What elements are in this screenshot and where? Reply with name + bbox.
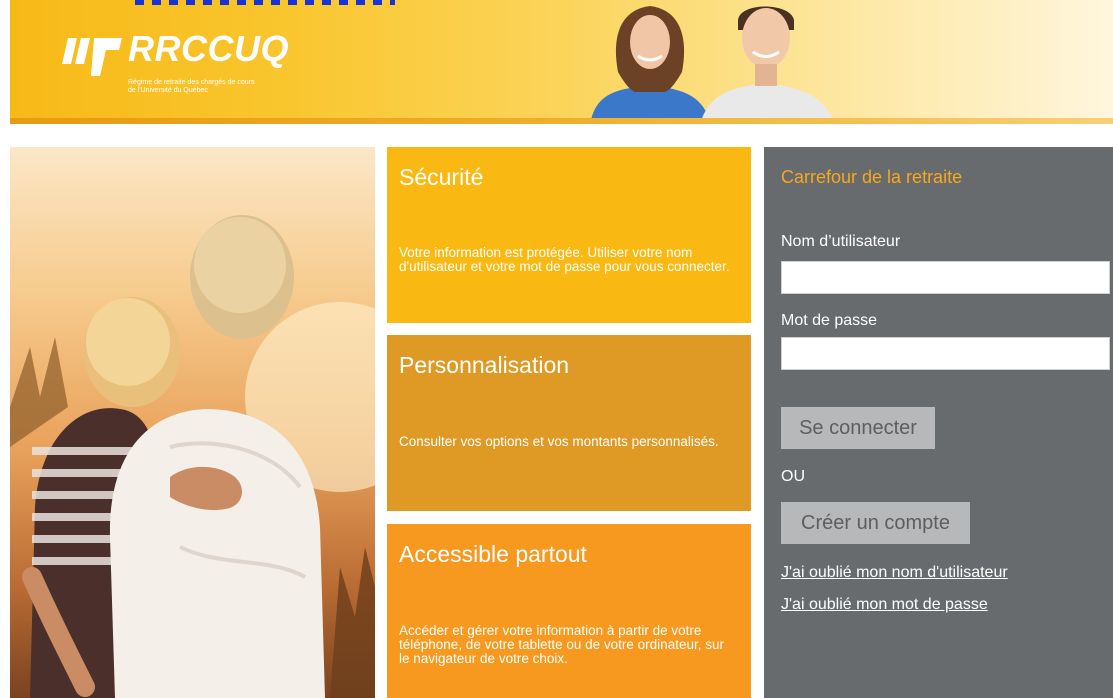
login-panel: Carrefour de la retraite Nom d’utilisate… (764, 147, 1113, 698)
couple-illustration (10, 215, 375, 698)
login-panel-title: Carrefour de la retraite (781, 167, 963, 187)
forgot-password-link[interactable]: J'ai oublié mon mot de passe (781, 596, 988, 614)
login-button[interactable]: Se connecter (781, 407, 935, 449)
username-label: Nom d’utilisateur (781, 233, 901, 250)
feature-text: Accéder et gérer votre information à par… (399, 623, 724, 666)
feature-title: Personnalisation (399, 352, 570, 378)
logo-subtitle-line: de l'Université du Québec (128, 87, 208, 94)
header-bottom-bar (10, 118, 1113, 124)
feature-text: Votre information est protégée. Utiliser… (399, 245, 730, 274)
feature-title: Accessible partout (399, 541, 587, 567)
header-people-image (590, 6, 835, 124)
username-input[interactable] (781, 261, 1110, 294)
feature-title: Sécurité (399, 164, 484, 190)
header-banner: RRCCUQ Régime de retraite des chargés de… (10, 0, 1113, 124)
feature-tile-security: Sécurité Votre information est protégée.… (387, 147, 751, 323)
logo-text: RRCCUQ (128, 28, 289, 69)
password-input[interactable] (781, 337, 1110, 370)
password-label: Mot de passe (781, 312, 878, 329)
feature-tile-accessible: Accessible partout Accéder et gérer votr… (387, 524, 751, 698)
forgot-username-link[interactable]: J'ai oublié mon nom d'utilisateur (781, 564, 1008, 582)
feature-tile-personalization: Personnalisation Consulter vos options e… (387, 335, 751, 511)
logo-subtitle: Régime de retraite des chargés de cours … (128, 79, 328, 95)
clipped-link-text[interactable] (135, 0, 395, 5)
couple-photo (10, 147, 375, 698)
logo-mark-icon (62, 38, 122, 76)
or-separator: OU (781, 468, 805, 485)
feature-text: Consulter vos options et vos montants pe… (399, 434, 719, 449)
create-account-button[interactable]: Créer un compte (781, 502, 970, 544)
logo-subtitle-line: Régime de retraite des chargés de cours (128, 79, 255, 86)
